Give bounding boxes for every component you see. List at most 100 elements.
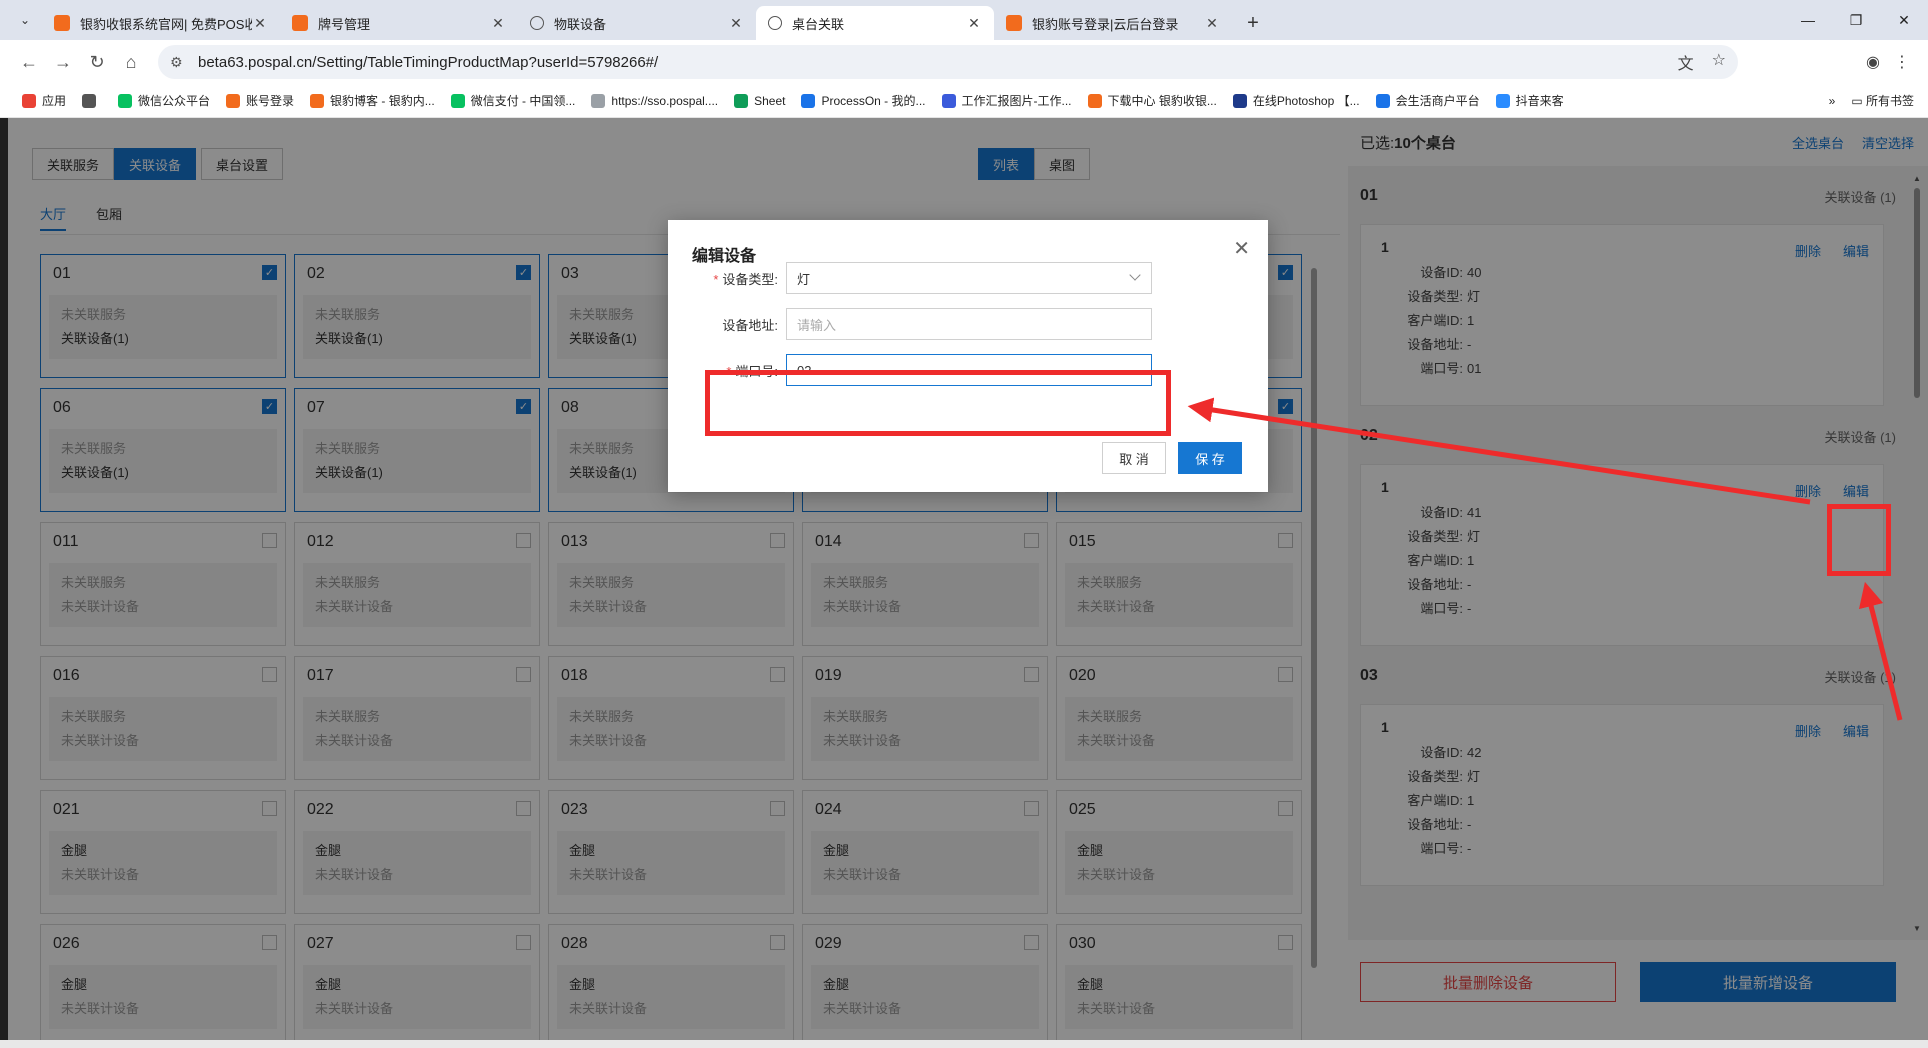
omnibox[interactable]: ⚙ beta63.pospal.cn/Setting/TableTimingPr… [158, 45, 1738, 79]
bookmark-label: 会生活商户平台 [1395, 94, 1480, 108]
bookmark-label: 下载中心 银豹收银... [1107, 94, 1217, 108]
reload-icon[interactable]: ↻ [80, 45, 114, 79]
tab-title: 桌台关联 [792, 16, 845, 32]
bookmark-favicon-icon [801, 93, 816, 108]
browser-tab[interactable]: 牌号管理 ✕ [280, 6, 518, 40]
bookmark-favicon-icon [734, 93, 749, 108]
bookmark-label: 微信支付 - 中国领... [470, 94, 576, 108]
bookmark-item[interactable]: 会生活商户平台 [1375, 92, 1480, 109]
bookmark-label: https://sso.pospal.... [611, 93, 719, 108]
back-icon[interactable]: ← [12, 45, 46, 79]
translate-icon[interactable]: 文 [1678, 50, 1694, 74]
tab-title: 银豹收银系统官网| 免费POS收 [80, 16, 252, 32]
tab-close-icon[interactable]: ✕ [966, 15, 982, 32]
device-type-row: * 设备类型: 灯 [692, 262, 1152, 294]
bookmark-item[interactable]: 微信公众平台 [118, 92, 210, 109]
window-controls: — ❐ ✕ [1784, 0, 1928, 40]
bookmark-label: 账号登录 [246, 94, 295, 108]
bookmark-favicon-icon [591, 93, 606, 108]
bookmark-item[interactable]: 在线Photoshop 【... [1232, 92, 1360, 109]
device-type-value: 灯 [797, 271, 811, 287]
bookmark-list: 应用 微信公众平台 账号登录 银豹博客 - 银豹内... 微信支付 - 中国领... ht… [22, 92, 1580, 109]
bookmark-item[interactable]: 银豹博客 - 银豹内... [310, 92, 435, 109]
tab-title: 物联设备 [554, 16, 607, 32]
bookmark-favicon-icon [310, 93, 325, 108]
browser-tab[interactable]: 桌台关联 ✕ [756, 6, 994, 40]
tab-strip: 银豹收银系统官网| 免费POS收 ✕ 牌号管理 ✕ 物联设备 ✕ 桌台关联 ✕ 银豹账号登录|云… [42, 6, 1232, 40]
bookmark-favicon-icon [226, 93, 241, 108]
restore-icon[interactable]: ❐ [1832, 0, 1880, 40]
bookmark-label: ProcessOn - 我的... [821, 94, 926, 108]
bookmark-favicon-icon [22, 93, 36, 108]
bookmark-item[interactable]: 抖音来客 [1495, 92, 1564, 109]
device-address-row: 设备地址: 请输入 [692, 308, 1152, 340]
bookmark-label: 抖音来客 [1515, 94, 1564, 108]
home-icon[interactable]: ⌂ [114, 45, 148, 79]
tab-close-icon[interactable]: ✕ [1204, 15, 1220, 32]
tab-close-icon[interactable]: ✕ [490, 15, 506, 32]
bookmark-item[interactable]: ProcessOn - 我的... [801, 92, 926, 109]
device-type-select[interactable]: 灯 [786, 262, 1152, 294]
new-tab-button[interactable]: + [1236, 6, 1270, 40]
browser-tab[interactable]: 银豹收银系统官网| 免费POS收 ✕ [42, 6, 280, 40]
tab-title: 牌号管理 [318, 16, 371, 32]
close-window-icon[interactable]: ✕ [1880, 0, 1928, 40]
bookmark-favicon-icon [118, 93, 133, 108]
bookmark-item[interactable]: 工作汇报图片-工作... [941, 92, 1072, 109]
bookmark-item[interactable]: https://sso.pospal.... [591, 93, 719, 108]
tab-close-icon[interactable]: ✕ [252, 15, 268, 32]
bookmark-favicon-icon [1232, 93, 1247, 108]
bookmark-item[interactable]: 账号登录 [226, 92, 294, 109]
url-text: beta63.pospal.cn/Setting/TableTimingProd… [198, 53, 659, 71]
menu-kebab-icon[interactable]: ⋮ [1894, 52, 1910, 72]
bookmark-label: 在线Photoshop 【... [1252, 94, 1360, 108]
forward-icon[interactable]: → [46, 45, 80, 79]
site-favicon-icon [292, 15, 308, 31]
bookmark-label: Sheet [754, 93, 786, 108]
taskbar [0, 1040, 1928, 1048]
browser-tab-bar: ⌄ 银豹收银系统官网| 免费POS收 ✕ 牌号管理 ✕ 物联设备 ✕ 桌台关联 ✕ 银豹账号登录… [0, 0, 1928, 40]
bookmark-label: 银豹博客 - 银豹内... [330, 94, 435, 108]
browser-tab[interactable]: 银豹账号登录|云后台登录 ✕ [994, 6, 1232, 40]
minimize-icon[interactable]: — [1784, 0, 1832, 40]
bookmark-item[interactable]: 应用 [22, 92, 66, 109]
bookmark-label: 应用 [42, 94, 67, 108]
bookmark-favicon-icon [1495, 93, 1510, 108]
device-address-input[interactable]: 请输入 [786, 308, 1152, 340]
cancel-button[interactable]: 取 消 [1102, 442, 1166, 474]
chevron-down-icon [1129, 269, 1141, 281]
bookmark-item[interactable]: 微信支付 - 中国领... [450, 92, 576, 109]
site-favicon-icon [1006, 15, 1022, 31]
bookmark-favicon-icon [450, 93, 465, 108]
bookmark-star-icon[interactable]: ☆ [1712, 50, 1726, 74]
bookmark-item[interactable]: Sheet [734, 93, 786, 108]
tab-title: 银豹账号登录|云后台登录 [1032, 16, 1179, 32]
edit-highlight-box [1827, 504, 1891, 576]
globe-icon [768, 16, 782, 30]
bookmark-item[interactable]: 下载中心 银豹收银... [1087, 92, 1217, 109]
bookmark-favicon-icon [1375, 93, 1390, 108]
close-icon[interactable]: ✕ [1233, 236, 1250, 261]
browser-tab[interactable]: 物联设备 ✕ [518, 6, 756, 40]
folder-icon: ▭ [1851, 94, 1866, 108]
all-bookmarks[interactable]: ▭ 所有书签 [1851, 92, 1914, 109]
bookmarks-more[interactable]: » [1829, 94, 1836, 108]
profile-icon[interactable]: ◉ [1866, 52, 1880, 72]
tab-search-icon[interactable]: ⌄ [8, 3, 42, 37]
bookmark-favicon-icon [82, 93, 97, 108]
edit-device-dialog: 编辑设备 ✕ * 设备类型: 灯 设备地址: 请输入 * 端口号: 02 取 消 保… [668, 220, 1268, 492]
port-highlight-box [705, 370, 1171, 436]
tab-close-icon[interactable]: ✕ [728, 15, 744, 32]
bookmark-item[interactable] [82, 93, 102, 108]
site-favicon-icon [54, 15, 70, 31]
bookmarks-bar: 应用 微信公众平台 账号登录 银豹博客 - 银豹内... 微信支付 - 中国领... ht… [0, 84, 1928, 118]
bookmark-label: 微信公众平台 [138, 94, 211, 108]
globe-icon [530, 16, 544, 30]
address-bar-row: ← → ↻ ⌂ ⚙ beta63.pospal.cn/Setting/Table… [0, 40, 1928, 84]
dialog-buttons: 取 消 保 存 [1102, 442, 1242, 474]
bookmark-favicon-icon [941, 93, 956, 108]
save-button[interactable]: 保 存 [1178, 442, 1242, 474]
device-address-label: 设备地址: [722, 317, 778, 333]
bookmark-favicon-icon [1087, 93, 1102, 108]
site-info-icon[interactable]: ⚙ [170, 54, 192, 71]
